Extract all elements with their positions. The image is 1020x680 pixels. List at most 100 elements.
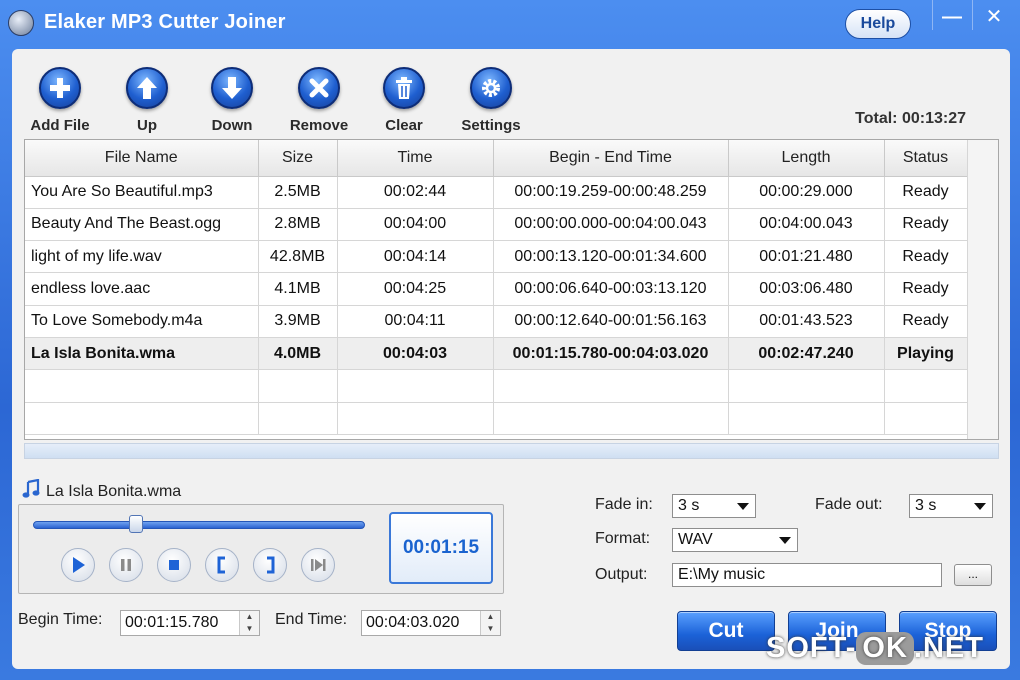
table-row[interactable]: light of my life.wav 42.8MB 00:04:14 00:… <box>25 240 968 274</box>
end-time-input[interactable]: 00:04:03.020 ▲ ▼ <box>361 610 501 636</box>
column-header-size[interactable]: Size <box>258 140 338 177</box>
cell-time: 00:04:00 <box>337 208 494 242</box>
cell-size: 4.0MB <box>258 337 338 371</box>
toolbar-label: Clear <box>385 117 423 134</box>
cell-begin-end: 00:00:13.120-00:01:34.600 <box>493 240 729 274</box>
set-begin-button[interactable] <box>205 548 239 582</box>
table-row[interactable]: You Are So Beautiful.mp3 2.5MB 00:02:44 … <box>25 176 968 209</box>
titlebar-separator <box>932 0 933 30</box>
help-button[interactable]: Help <box>845 9 911 39</box>
cell-status: Ready <box>884 305 968 338</box>
cut-button[interactable]: Cut <box>677 611 775 651</box>
fade-in-value: 3 s <box>678 497 700 514</box>
format-select[interactable]: WAV <box>672 528 798 552</box>
arrow-up-icon <box>126 67 168 109</box>
browse-button[interactable]: ... <box>954 564 992 586</box>
table-scrollbar[interactable] <box>967 140 998 439</box>
cell-file-name: endless love.aac <box>25 272 259 306</box>
processing-progress-bar <box>24 443 999 459</box>
fade-in-label: Fade in: <box>595 496 653 513</box>
cell-file-name: La Isla Bonita.wma <box>25 337 259 371</box>
add-file-button[interactable]: Add File <box>18 67 102 134</box>
watermark-text-mid: OK <box>856 632 914 665</box>
column-header-status[interactable]: Status <box>884 140 968 177</box>
toolbar-label: Settings <box>461 117 521 134</box>
column-header-time[interactable]: Time <box>337 140 494 177</box>
end-time-spinner[interactable]: ▲ ▼ <box>480 611 500 635</box>
arrow-down-icon <box>211 67 253 109</box>
table-row-playing[interactable]: La Isla Bonita.wma 4.0MB 00:04:03 00:01:… <box>25 337 968 371</box>
chevron-down-icon <box>974 503 986 510</box>
x-icon <box>298 67 340 109</box>
set-end-button[interactable] <box>253 548 287 582</box>
player-panel: 00:01:15 <box>18 504 504 594</box>
column-header-begin-end-time[interactable]: Begin - End Time <box>493 140 729 177</box>
plus-icon <box>39 67 81 109</box>
pause-button[interactable] <box>109 548 143 582</box>
table-header-row: File Name Size Time Begin - End Time Len… <box>25 140 968 177</box>
up-button[interactable]: Up <box>105 67 189 134</box>
cell-length: 00:01:21.480 <box>728 240 885 274</box>
clear-button[interactable]: Clear <box>362 67 446 134</box>
stop-playback-button[interactable] <box>157 548 191 582</box>
toolbar-label: Up <box>137 117 157 134</box>
seek-bar[interactable] <box>33 521 365 529</box>
begin-time-input[interactable]: 00:01:15.780 ▲ ▼ <box>120 610 260 636</box>
stop-icon <box>169 560 179 570</box>
output-label: Output: <box>595 566 648 583</box>
bracket-left-icon <box>217 556 225 574</box>
trash-icon <box>383 67 425 109</box>
cell-time: 00:04:25 <box>337 272 494 306</box>
cell-time: 00:04:03 <box>337 337 494 371</box>
fade-out-select[interactable]: 3 s <box>909 494 993 518</box>
cell-file-name: light of my life.wav <box>25 240 259 274</box>
playback-time-display: 00:01:15 <box>389 512 493 584</box>
watermark: SOFT- OK .NET <box>766 632 984 665</box>
fade-out-label: Fade out: <box>815 496 883 513</box>
column-header-file-name[interactable]: File Name <box>25 140 259 177</box>
cell-status: Ready <box>884 240 968 274</box>
cell-length: 00:04:00.043 <box>728 208 885 242</box>
cell-size: 42.8MB <box>258 240 338 274</box>
play-icon <box>73 557 85 573</box>
seek-thumb[interactable] <box>128 515 143 533</box>
output-path-input[interactable]: E:\My music <box>672 563 942 587</box>
cell-file-name: Beauty And The Beast.ogg <box>25 208 259 242</box>
cell-status: Playing <box>884 337 968 371</box>
down-button[interactable]: Down <box>190 67 274 134</box>
settings-button[interactable]: Settings <box>449 67 533 134</box>
bracket-right-icon <box>267 556 275 574</box>
main-panel: Add File Up Down Remove Clear Settings T… <box>12 49 1010 669</box>
fade-out-value: 3 s <box>915 497 937 514</box>
table-row[interactable]: endless love.aac 4.1MB 00:04:25 00:00:06… <box>25 272 968 306</box>
pause-icon <box>121 559 131 571</box>
now-playing: La Isla Bonita.wma <box>22 479 181 501</box>
music-note-icon <box>22 479 40 498</box>
total-duration: Total: 00:13:27 <box>855 110 966 127</box>
titlebar-separator <box>972 0 973 30</box>
fade-in-select[interactable]: 3 s <box>672 494 756 518</box>
watermark-text-right: .NET <box>913 632 984 664</box>
cell-time: 00:04:14 <box>337 240 494 274</box>
table-row[interactable]: Beauty And The Beast.ogg 2.8MB 00:04:00 … <box>25 208 968 242</box>
format-label: Format: <box>595 530 651 547</box>
format-value: WAV <box>678 531 713 548</box>
play-selection-button[interactable] <box>301 548 335 582</box>
end-time-label: End Time: <box>275 611 348 628</box>
minimize-button[interactable]: — <box>934 4 970 32</box>
title-bar[interactable]: Elaker MP3 Cutter Joiner Help — ✕ <box>0 0 1020 46</box>
file-table[interactable]: File Name Size Time Begin - End Time Len… <box>24 139 999 440</box>
cell-begin-end: 00:01:15.780-00:04:03.020 <box>493 337 729 371</box>
play-button[interactable] <box>61 548 95 582</box>
column-header-length[interactable]: Length <box>728 140 885 177</box>
table-row[interactable]: To Love Somebody.m4a 3.9MB 00:04:11 00:0… <box>25 305 968 338</box>
app-logo-icon <box>8 10 34 36</box>
close-button[interactable]: ✕ <box>976 4 1012 32</box>
table-row-empty <box>25 402 968 435</box>
chevron-down-icon <box>737 503 749 510</box>
chevron-down-icon <box>779 537 791 544</box>
begin-time-spinner[interactable]: ▲ ▼ <box>239 611 259 635</box>
play-to-end-icon <box>311 559 326 571</box>
cell-begin-end: 00:00:06.640-00:03:13.120 <box>493 272 729 306</box>
remove-button[interactable]: Remove <box>277 67 361 134</box>
